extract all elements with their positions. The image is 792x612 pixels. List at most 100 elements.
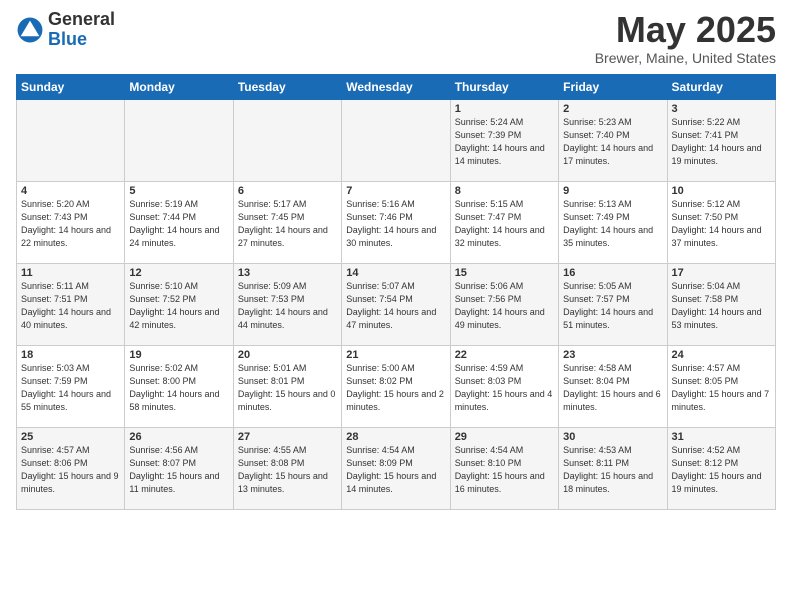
day-number: 5	[129, 185, 228, 197]
day-number: 23	[563, 349, 662, 361]
calendar-subtitle: Brewer, Maine, United States	[595, 50, 776, 66]
calendar-cell: 25Sunrise: 4:57 AMSunset: 8:06 PMDayligh…	[17, 427, 125, 509]
calendar-cell: 31Sunrise: 4:52 AMSunset: 8:12 PMDayligh…	[667, 427, 775, 509]
day-number: 7	[346, 185, 445, 197]
day-detail: Sunrise: 4:56 AMSunset: 8:07 PMDaylight:…	[129, 444, 228, 496]
calendar-cell: 26Sunrise: 4:56 AMSunset: 8:07 PMDayligh…	[125, 427, 233, 509]
calendar-cell	[125, 99, 233, 181]
day-number: 15	[455, 267, 554, 279]
day-number: 22	[455, 349, 554, 361]
calendar-week-row: 11Sunrise: 5:11 AMSunset: 7:51 PMDayligh…	[17, 263, 776, 345]
header: General Blue May 2025 Brewer, Maine, Uni…	[16, 10, 776, 66]
day-detail: Sunrise: 4:57 AMSunset: 8:06 PMDaylight:…	[21, 444, 120, 496]
day-detail: Sunrise: 4:54 AMSunset: 8:10 PMDaylight:…	[455, 444, 554, 496]
day-number: 25	[21, 431, 120, 443]
calendar-body: 1Sunrise: 5:24 AMSunset: 7:39 PMDaylight…	[17, 99, 776, 509]
calendar-cell: 9Sunrise: 5:13 AMSunset: 7:49 PMDaylight…	[559, 181, 667, 263]
day-number: 28	[346, 431, 445, 443]
day-number: 30	[563, 431, 662, 443]
day-number: 4	[21, 185, 120, 197]
day-detail: Sunrise: 5:05 AMSunset: 7:57 PMDaylight:…	[563, 280, 662, 332]
weekday-header-tuesday: Tuesday	[233, 74, 341, 99]
day-number: 17	[672, 267, 771, 279]
day-detail: Sunrise: 5:13 AMSunset: 7:49 PMDaylight:…	[563, 198, 662, 250]
weekday-header-saturday: Saturday	[667, 74, 775, 99]
day-number: 21	[346, 349, 445, 361]
calendar-title: May 2025	[595, 10, 776, 50]
day-detail: Sunrise: 5:24 AMSunset: 7:39 PMDaylight:…	[455, 116, 554, 168]
day-number: 31	[672, 431, 771, 443]
calendar-cell: 13Sunrise: 5:09 AMSunset: 7:53 PMDayligh…	[233, 263, 341, 345]
calendar-table: SundayMondayTuesdayWednesdayThursdayFrid…	[16, 74, 776, 510]
day-detail: Sunrise: 5:17 AMSunset: 7:45 PMDaylight:…	[238, 198, 337, 250]
day-number: 8	[455, 185, 554, 197]
calendar-cell: 7Sunrise: 5:16 AMSunset: 7:46 PMDaylight…	[342, 181, 450, 263]
day-detail: Sunrise: 5:10 AMSunset: 7:52 PMDaylight:…	[129, 280, 228, 332]
calendar-cell: 22Sunrise: 4:59 AMSunset: 8:03 PMDayligh…	[450, 345, 558, 427]
calendar-cell: 14Sunrise: 5:07 AMSunset: 7:54 PMDayligh…	[342, 263, 450, 345]
day-detail: Sunrise: 4:59 AMSunset: 8:03 PMDaylight:…	[455, 362, 554, 414]
calendar-cell: 6Sunrise: 5:17 AMSunset: 7:45 PMDaylight…	[233, 181, 341, 263]
day-number: 27	[238, 431, 337, 443]
calendar-cell: 8Sunrise: 5:15 AMSunset: 7:47 PMDaylight…	[450, 181, 558, 263]
calendar-cell: 1Sunrise: 5:24 AMSunset: 7:39 PMDaylight…	[450, 99, 558, 181]
calendar-cell: 21Sunrise: 5:00 AMSunset: 8:02 PMDayligh…	[342, 345, 450, 427]
day-number: 19	[129, 349, 228, 361]
calendar-cell: 27Sunrise: 4:55 AMSunset: 8:08 PMDayligh…	[233, 427, 341, 509]
calendar-cell	[342, 99, 450, 181]
weekday-header-monday: Monday	[125, 74, 233, 99]
calendar-week-row: 18Sunrise: 5:03 AMSunset: 7:59 PMDayligh…	[17, 345, 776, 427]
calendar-header: SundayMondayTuesdayWednesdayThursdayFrid…	[17, 74, 776, 99]
day-number: 14	[346, 267, 445, 279]
calendar-cell: 19Sunrise: 5:02 AMSunset: 8:00 PMDayligh…	[125, 345, 233, 427]
calendar-cell	[17, 99, 125, 181]
day-number: 1	[455, 103, 554, 115]
weekday-header-thursday: Thursday	[450, 74, 558, 99]
calendar-cell: 28Sunrise: 4:54 AMSunset: 8:09 PMDayligh…	[342, 427, 450, 509]
day-detail: Sunrise: 4:52 AMSunset: 8:12 PMDaylight:…	[672, 444, 771, 496]
calendar-cell	[233, 99, 341, 181]
logo-blue-text: Blue	[48, 30, 115, 50]
calendar-cell: 18Sunrise: 5:03 AMSunset: 7:59 PMDayligh…	[17, 345, 125, 427]
calendar-cell: 24Sunrise: 4:57 AMSunset: 8:05 PMDayligh…	[667, 345, 775, 427]
day-number: 9	[563, 185, 662, 197]
day-number: 2	[563, 103, 662, 115]
day-detail: Sunrise: 5:23 AMSunset: 7:40 PMDaylight:…	[563, 116, 662, 168]
day-detail: Sunrise: 5:03 AMSunset: 7:59 PMDaylight:…	[21, 362, 120, 414]
day-detail: Sunrise: 5:20 AMSunset: 7:43 PMDaylight:…	[21, 198, 120, 250]
weekday-header-wednesday: Wednesday	[342, 74, 450, 99]
calendar-cell: 10Sunrise: 5:12 AMSunset: 7:50 PMDayligh…	[667, 181, 775, 263]
day-number: 26	[129, 431, 228, 443]
day-detail: Sunrise: 4:54 AMSunset: 8:09 PMDaylight:…	[346, 444, 445, 496]
day-detail: Sunrise: 5:19 AMSunset: 7:44 PMDaylight:…	[129, 198, 228, 250]
calendar-cell: 4Sunrise: 5:20 AMSunset: 7:43 PMDaylight…	[17, 181, 125, 263]
day-detail: Sunrise: 5:00 AMSunset: 8:02 PMDaylight:…	[346, 362, 445, 414]
logo-icon	[16, 16, 44, 44]
calendar-week-row: 4Sunrise: 5:20 AMSunset: 7:43 PMDaylight…	[17, 181, 776, 263]
day-detail: Sunrise: 4:58 AMSunset: 8:04 PMDaylight:…	[563, 362, 662, 414]
calendar-cell: 5Sunrise: 5:19 AMSunset: 7:44 PMDaylight…	[125, 181, 233, 263]
calendar-cell: 12Sunrise: 5:10 AMSunset: 7:52 PMDayligh…	[125, 263, 233, 345]
day-detail: Sunrise: 4:53 AMSunset: 8:11 PMDaylight:…	[563, 444, 662, 496]
title-block: May 2025 Brewer, Maine, United States	[595, 10, 776, 66]
day-detail: Sunrise: 5:01 AMSunset: 8:01 PMDaylight:…	[238, 362, 337, 414]
calendar-cell: 11Sunrise: 5:11 AMSunset: 7:51 PMDayligh…	[17, 263, 125, 345]
day-detail: Sunrise: 5:06 AMSunset: 7:56 PMDaylight:…	[455, 280, 554, 332]
calendar-cell: 29Sunrise: 4:54 AMSunset: 8:10 PMDayligh…	[450, 427, 558, 509]
day-number: 3	[672, 103, 771, 115]
logo: General Blue	[16, 10, 115, 50]
day-detail: Sunrise: 5:22 AMSunset: 7:41 PMDaylight:…	[672, 116, 771, 168]
day-detail: Sunrise: 5:12 AMSunset: 7:50 PMDaylight:…	[672, 198, 771, 250]
calendar-week-row: 25Sunrise: 4:57 AMSunset: 8:06 PMDayligh…	[17, 427, 776, 509]
calendar-week-row: 1Sunrise: 5:24 AMSunset: 7:39 PMDaylight…	[17, 99, 776, 181]
day-detail: Sunrise: 5:09 AMSunset: 7:53 PMDaylight:…	[238, 280, 337, 332]
logo-general-text: General	[48, 10, 115, 30]
calendar-cell: 2Sunrise: 5:23 AMSunset: 7:40 PMDaylight…	[559, 99, 667, 181]
calendar-cell: 20Sunrise: 5:01 AMSunset: 8:01 PMDayligh…	[233, 345, 341, 427]
day-number: 13	[238, 267, 337, 279]
calendar-cell: 15Sunrise: 5:06 AMSunset: 7:56 PMDayligh…	[450, 263, 558, 345]
day-number: 29	[455, 431, 554, 443]
calendar-cell: 17Sunrise: 5:04 AMSunset: 7:58 PMDayligh…	[667, 263, 775, 345]
day-detail: Sunrise: 4:55 AMSunset: 8:08 PMDaylight:…	[238, 444, 337, 496]
day-number: 11	[21, 267, 120, 279]
